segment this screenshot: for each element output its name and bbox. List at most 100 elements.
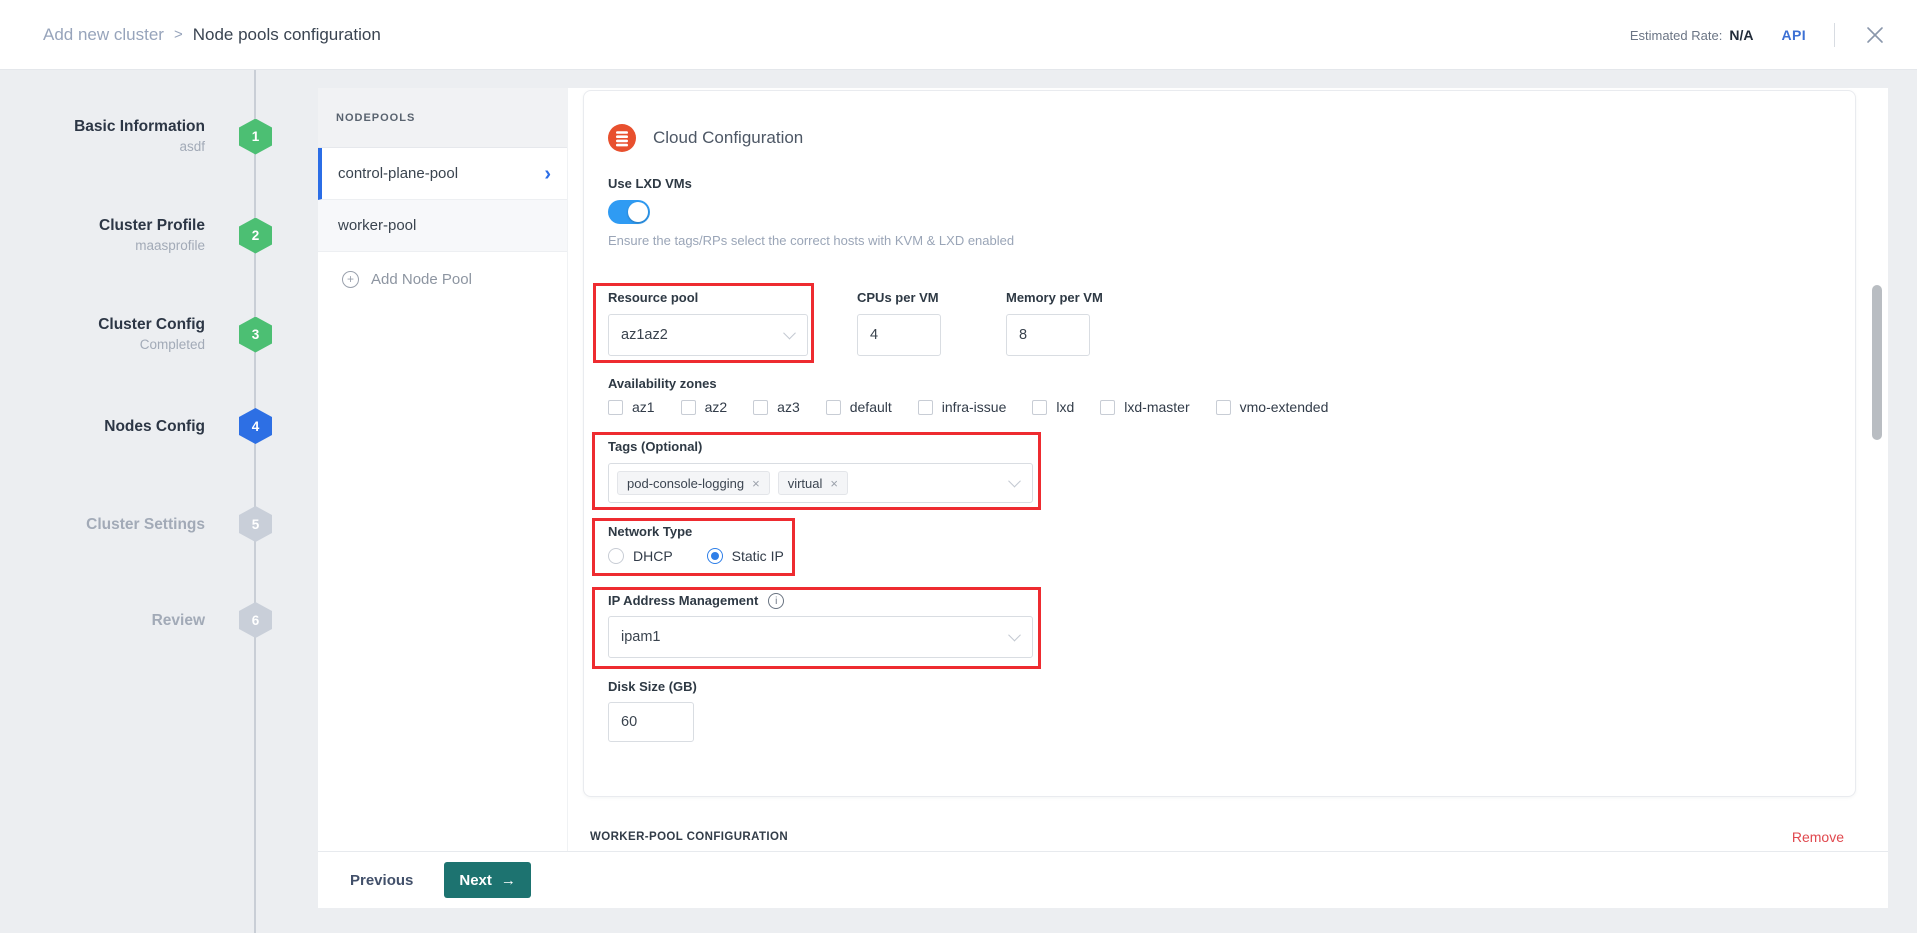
step-number: 2 <box>252 228 260 243</box>
cpus-value: 4 <box>870 327 878 343</box>
availability-zone-checkbox[interactable]: az1 <box>608 399 655 415</box>
close-icon[interactable] <box>1863 23 1887 47</box>
step-sublabel: asdf <box>0 137 205 157</box>
use-lxd-hint: Ensure the tags/RPs select the correct h… <box>608 233 1825 249</box>
ipam-select[interactable]: ipam1 <box>608 616 1033 658</box>
checkbox-icon[interactable] <box>918 400 933 415</box>
breadcrumb-add-new-cluster[interactable]: Add new cluster <box>43 25 164 45</box>
step-number-hexagon[interactable]: 4 <box>239 408 272 444</box>
nodepool-name: worker-pool <box>338 217 416 234</box>
cloud-configuration-card: Cloud Configuration Use LXD VMs Ensure t… <box>583 90 1856 797</box>
availability-zone-label: az2 <box>705 399 728 415</box>
cpus-input[interactable]: 4 <box>857 314 941 356</box>
wizard-footer: Previous Next → <box>318 851 1888 908</box>
nodepools-list: control-plane-pool › worker-pool › <box>318 148 567 252</box>
section-title: Cloud Configuration <box>653 128 803 148</box>
stepper-step[interactable]: Cluster Config Completed 3 <box>0 314 272 355</box>
resource-pool-select[interactable]: az1az2 <box>608 314 808 356</box>
availability-zone-label: default <box>850 399 892 415</box>
step-number-hexagon[interactable]: 3 <box>239 317 272 353</box>
availability-zone-checkbox[interactable]: infra-issue <box>918 399 1007 415</box>
step-number: 5 <box>252 517 260 532</box>
stepper-step[interactable]: Cluster Profile maasprofile 2 <box>0 215 272 256</box>
header-actions: Estimated Rate: N/A API <box>1630 23 1887 47</box>
network-type-radio[interactable]: DHCP <box>608 548 673 564</box>
radio-icon[interactable] <box>707 548 723 564</box>
wizard-stepper: Basic Information asdf 1 Cluster Profile… <box>0 70 318 933</box>
estimated-rate: Estimated Rate: N/A <box>1630 27 1754 43</box>
remove-pool-link[interactable]: Remove <box>1792 829 1844 845</box>
availability-zones-label: Availability zones <box>608 376 1825 392</box>
stepper-step[interactable]: Basic Information asdf 1 <box>0 116 272 157</box>
add-node-pool-button[interactable]: + Add Node Pool <box>318 252 567 306</box>
previous-button[interactable]: Previous <box>350 872 413 889</box>
network-type-radio[interactable]: Static IP <box>707 548 784 564</box>
network-type-label: Network Type <box>608 524 1825 540</box>
step-label: Cluster Config <box>0 314 205 335</box>
tags-multiselect[interactable]: pod-console-logging × virtual × <box>608 463 1033 503</box>
nodepool-item[interactable]: control-plane-pool › <box>318 148 567 200</box>
api-link[interactable]: API <box>1781 27 1806 43</box>
cpus-label: CPUs per VM <box>857 290 941 306</box>
tag-chip-label: virtual <box>788 476 823 491</box>
availability-zone-label: vmo-extended <box>1240 399 1329 415</box>
checkbox-icon[interactable] <box>1032 400 1047 415</box>
tags-label: Tags (Optional) <box>608 439 1825 455</box>
disk-size-label: Disk Size (GB) <box>608 679 1825 695</box>
availability-zone-checkbox[interactable]: lxd <box>1032 399 1074 415</box>
maas-cloud-icon <box>608 124 636 152</box>
step-texts: Review <box>0 610 239 631</box>
worker-pool-section-title: WORKER-POOL CONFIGURATION <box>590 831 788 843</box>
use-lxd-label: Use LXD VMs <box>608 176 1825 192</box>
checkbox-icon[interactable] <box>608 400 623 415</box>
use-lxd-toggle[interactable] <box>608 200 650 224</box>
main-panel: NODEPOOLS control-plane-pool › worker-po… <box>318 88 1888 908</box>
chevron-right-icon: › <box>544 164 551 184</box>
tag-remove-icon[interactable]: × <box>752 477 760 490</box>
memory-input[interactable]: 8 <box>1006 314 1090 356</box>
info-icon[interactable]: i <box>768 593 784 609</box>
next-button[interactable]: Next → <box>444 862 531 898</box>
memory-value: 8 <box>1019 327 1027 343</box>
checkbox-icon[interactable] <box>753 400 768 415</box>
step-number: 6 <box>252 613 260 628</box>
stepper-step[interactable]: Cluster Settings 5 <box>0 506 272 542</box>
availability-zone-label: az3 <box>777 399 800 415</box>
add-node-pool-label: Add Node Pool <box>371 271 472 288</box>
availability-zone-label: lxd-master <box>1124 399 1189 415</box>
ipam-value: ipam1 <box>621 629 661 645</box>
step-number-hexagon[interactable]: 2 <box>239 218 272 254</box>
availability-zone-label: az1 <box>632 399 655 415</box>
availability-zone-checkbox[interactable]: default <box>826 399 892 415</box>
step-number-hexagon[interactable]: 1 <box>239 119 272 155</box>
cpus-field: CPUs per VM 4 <box>857 290 941 356</box>
disk-size-input[interactable]: 60 <box>608 702 694 742</box>
resource-pool-value: az1az2 <box>621 327 668 343</box>
tag-chip: pod-console-logging × <box>617 471 770 495</box>
availability-zone-checkbox[interactable]: az3 <box>753 399 800 415</box>
vm-settings-row: Resource pool az1az2 CPUs per VM 4 Memor… <box>608 290 1825 356</box>
network-type-option-label: DHCP <box>633 548 673 564</box>
step-number-hexagon[interactable]: 5 <box>239 506 272 542</box>
chevron-down-icon <box>785 330 795 340</box>
radio-icon[interactable] <box>608 548 624 564</box>
app-header: Add new cluster > Node pools configurati… <box>0 0 1917 70</box>
tag-remove-icon[interactable]: × <box>830 477 838 490</box>
availability-zone-checkbox[interactable]: lxd-master <box>1100 399 1189 415</box>
availability-zone-checkbox[interactable]: az2 <box>681 399 728 415</box>
arrow-right-icon: → <box>501 872 516 889</box>
step-label: Cluster Settings <box>0 514 205 535</box>
availability-zone-checkbox[interactable]: vmo-extended <box>1216 399 1329 415</box>
scrollbar-thumb[interactable] <box>1872 285 1882 440</box>
estimated-rate-label: Estimated Rate: <box>1630 28 1723 43</box>
nodepool-item[interactable]: worker-pool › <box>318 200 567 252</box>
checkbox-icon[interactable] <box>681 400 696 415</box>
checkbox-icon[interactable] <box>1100 400 1115 415</box>
step-number: 4 <box>252 419 260 434</box>
checkbox-icon[interactable] <box>1216 400 1231 415</box>
step-number-hexagon[interactable]: 6 <box>239 602 272 638</box>
stepper-step[interactable]: Nodes Config 4 <box>0 408 272 444</box>
checkbox-icon[interactable] <box>826 400 841 415</box>
stepper-timeline <box>254 70 256 933</box>
stepper-step[interactable]: Review 6 <box>0 602 272 638</box>
